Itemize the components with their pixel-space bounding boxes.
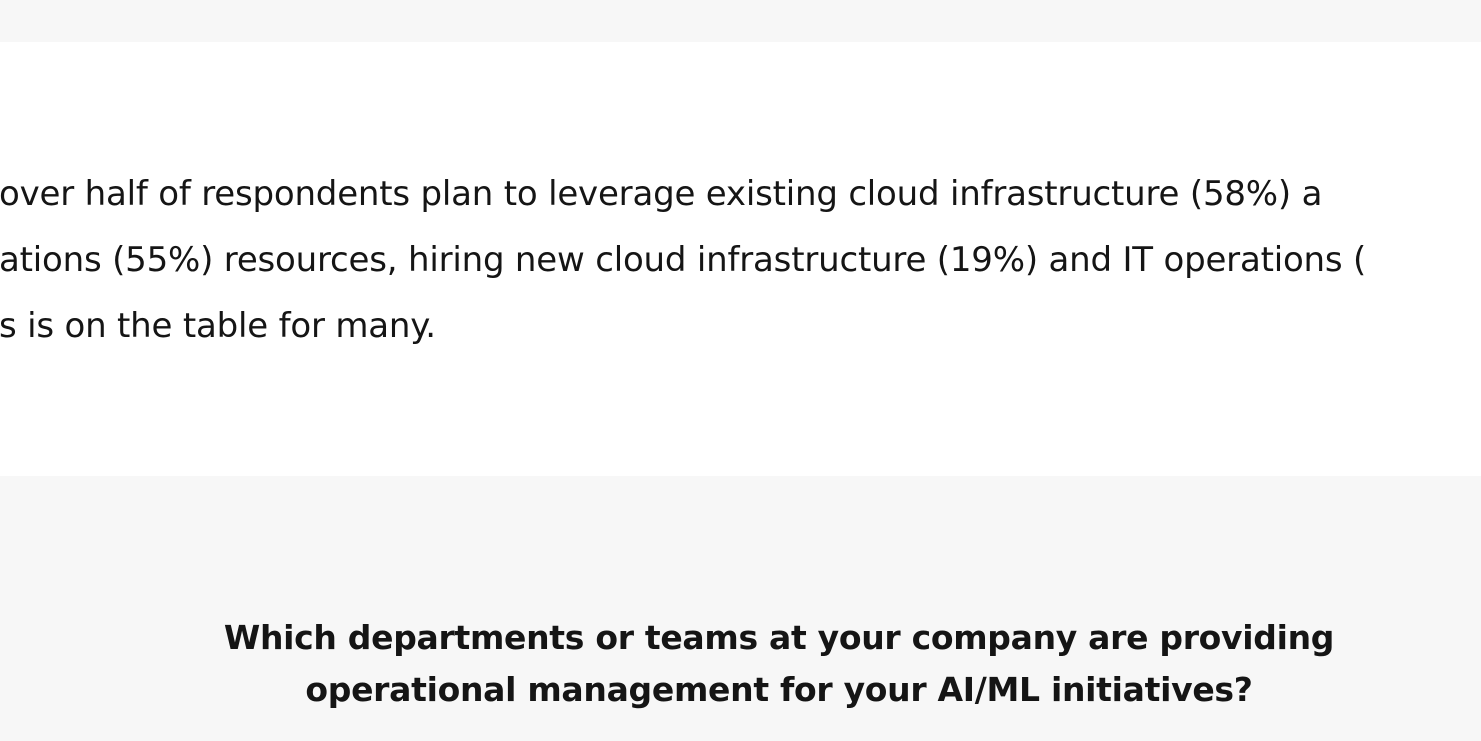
paragraph-line-3: s is on the table for many.: [0, 306, 436, 346]
survey-question-section: Which departments or teams at your compa…: [0, 476, 1481, 741]
paragraph-line-2: ations (55%) resources, hiring new cloud…: [0, 240, 1367, 280]
question-line-1: Which departments or teams at your compa…: [223, 618, 1335, 657]
survey-paragraph-section: over half of respondents plan to leverag…: [0, 42, 1481, 476]
paragraph-line-1: over half of respondents plan to leverag…: [0, 174, 1323, 214]
survey-question-heading: Which departments or teams at your compa…: [120, 612, 1438, 716]
top-band: [0, 0, 1481, 42]
question-line-2: operational management for your AI/ML in…: [305, 670, 1253, 709]
